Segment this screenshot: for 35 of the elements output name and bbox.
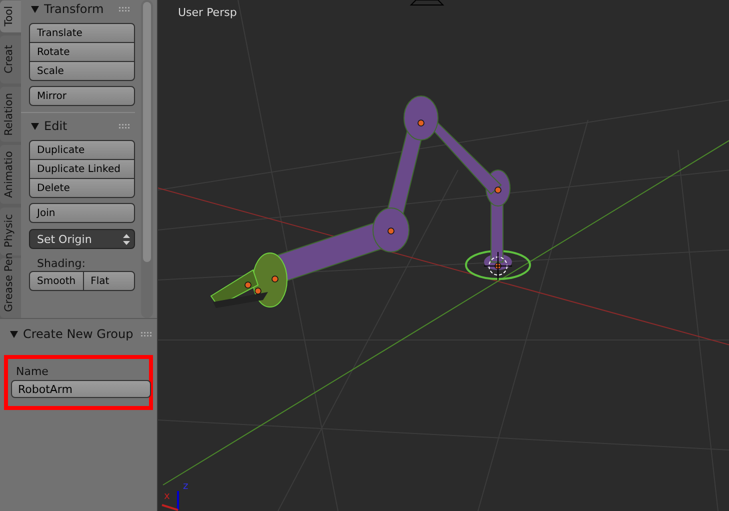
tool-button[interactable]: Duplicate Linked [29, 159, 135, 179]
shading-button[interactable]: Smooth [29, 271, 84, 291]
drag-handle-icon[interactable] [141, 332, 153, 336]
sidebar-tab[interactable]: Animatio [0, 144, 21, 204]
tool-button[interactable]: Join [29, 203, 135, 223]
camera-icon [410, 0, 444, 6]
tool-button[interactable]: Duplicate [29, 140, 135, 160]
axis-gizmo-icon [162, 491, 179, 511]
sidebar-tab[interactable]: Creat [0, 35, 21, 84]
panel-title[interactable]: Create New Group [23, 327, 136, 341]
name-label: Name [15, 364, 50, 380]
panel-title[interactable]: Transform [44, 2, 114, 16]
disclosure-triangle-icon[interactable] [31, 122, 39, 130]
scrollbar-thumb[interactable] [143, 2, 151, 262]
drag-handle-icon[interactable] [119, 124, 131, 128]
sidebar-tab[interactable]: Physic [0, 206, 21, 255]
shading-label: Shading: [37, 257, 86, 270]
sidebar-tab[interactable]: Relation [0, 86, 21, 142]
shading-button[interactable]: Flat [82, 271, 135, 291]
set-origin-dropdown[interactable]: Set Origin [29, 229, 135, 249]
x-axis-label: x [164, 491, 170, 502]
disclosure-triangle-icon[interactable] [31, 5, 39, 13]
tool-button[interactable]: Mirror [29, 86, 135, 106]
view-label: User Persp [178, 6, 237, 19]
tool-button[interactable]: Delete [29, 178, 135, 198]
sidebar-tab[interactable]: Tool [0, 0, 21, 32]
name-field[interactable]: RobotArm [11, 380, 151, 398]
tool-button[interactable]: Rotate [29, 42, 135, 62]
disclosure-triangle-icon[interactable] [10, 330, 18, 338]
up-down-arrows-icon [123, 234, 130, 244]
tool-button[interactable]: Translate [29, 23, 135, 43]
z-axis-label: z [183, 481, 188, 492]
drag-handle-icon[interactable] [119, 6, 131, 12]
panel-title[interactable]: Edit [44, 119, 114, 133]
tool-button[interactable]: Scale [29, 61, 135, 81]
